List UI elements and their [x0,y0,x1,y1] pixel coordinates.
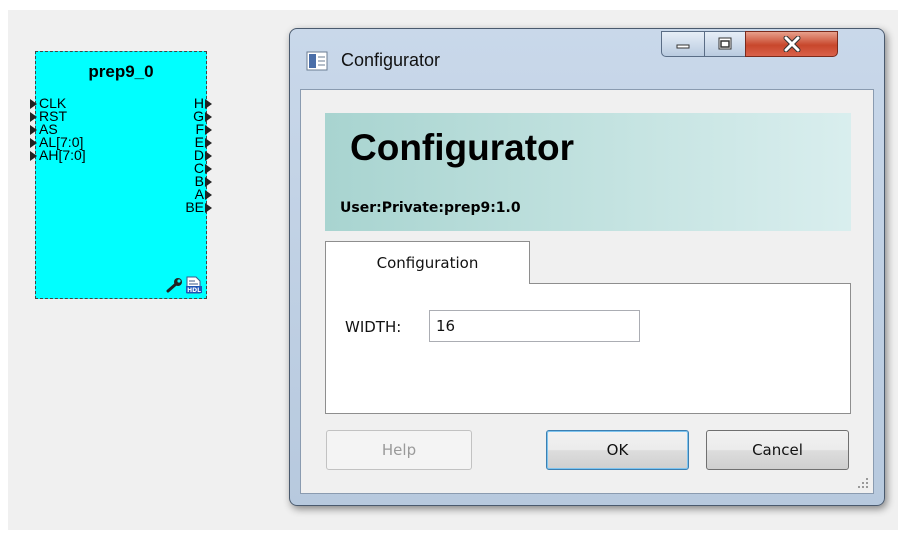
schematic-block[interactable]: prep9_0 CLK RST AS AL[7:0] AH[7:0] H G F… [30,51,212,299]
cancel-button-label: Cancel [752,441,803,459]
minimize-icon [676,44,690,49]
input-pin-ah[interactable]: AH[7:0] [30,148,86,162]
pin-arrow-icon [205,111,212,122]
wrench-icon[interactable] [165,277,185,293]
ok-button[interactable]: OK [546,430,689,470]
pin-arrow-icon [205,150,212,161]
pin-arrow-icon [205,189,212,200]
svg-text:HDL: HDL [187,287,201,294]
pin-arrow-icon [30,98,37,109]
pin-arrow-icon [30,150,37,161]
width-input[interactable] [429,310,640,342]
pin-arrow-icon [205,98,212,109]
window-title: Configurator [341,50,441,70]
configuration-panel: WIDTH: [325,283,851,414]
pin-arrow-icon [205,137,212,148]
minimize-button[interactable] [661,31,705,57]
pin-arrow-icon [205,124,212,135]
maximize-icon [718,37,732,50]
output-pin-be[interactable]: BE [185,200,212,214]
pin-arrow-icon [205,176,212,187]
tab-configuration[interactable]: Configuration [325,241,530,284]
pin-arrow-icon [205,202,212,213]
header-banner: Configurator User:Private:prep9:1.0 [325,113,851,231]
help-button-label: Help [381,441,417,459]
maximize-button[interactable] [704,31,746,57]
hdl-file-icon[interactable]: HDL [186,276,202,294]
tab-label: Configuration [376,254,479,272]
ok-button-label: OK [606,441,629,459]
configurator-window: Configurator Configurator User:Private:p… [289,28,885,506]
block-icons: HDL [165,276,202,294]
resize-grip-icon[interactable] [857,477,869,489]
help-button[interactable]: Help [326,430,472,470]
close-icon [783,36,800,52]
pin-arrow-icon [205,163,212,174]
dialog-client-area: Configurator User:Private:prep9:1.0 Conf… [300,89,874,494]
close-button[interactable] [745,31,838,57]
title-bar[interactable]: Configurator [290,29,884,89]
banner-title: Configurator [350,127,575,168]
pin-arrow-icon [30,137,37,148]
ip-identifier: User:Private:prep9:1.0 [340,200,521,216]
block-name: prep9_0 [88,62,154,81]
app-window-icon [306,51,328,71]
width-label: WIDTH: [345,318,402,336]
pin-arrow-icon [30,111,37,122]
cancel-button[interactable]: Cancel [706,430,849,470]
pin-arrow-icon [30,124,37,135]
